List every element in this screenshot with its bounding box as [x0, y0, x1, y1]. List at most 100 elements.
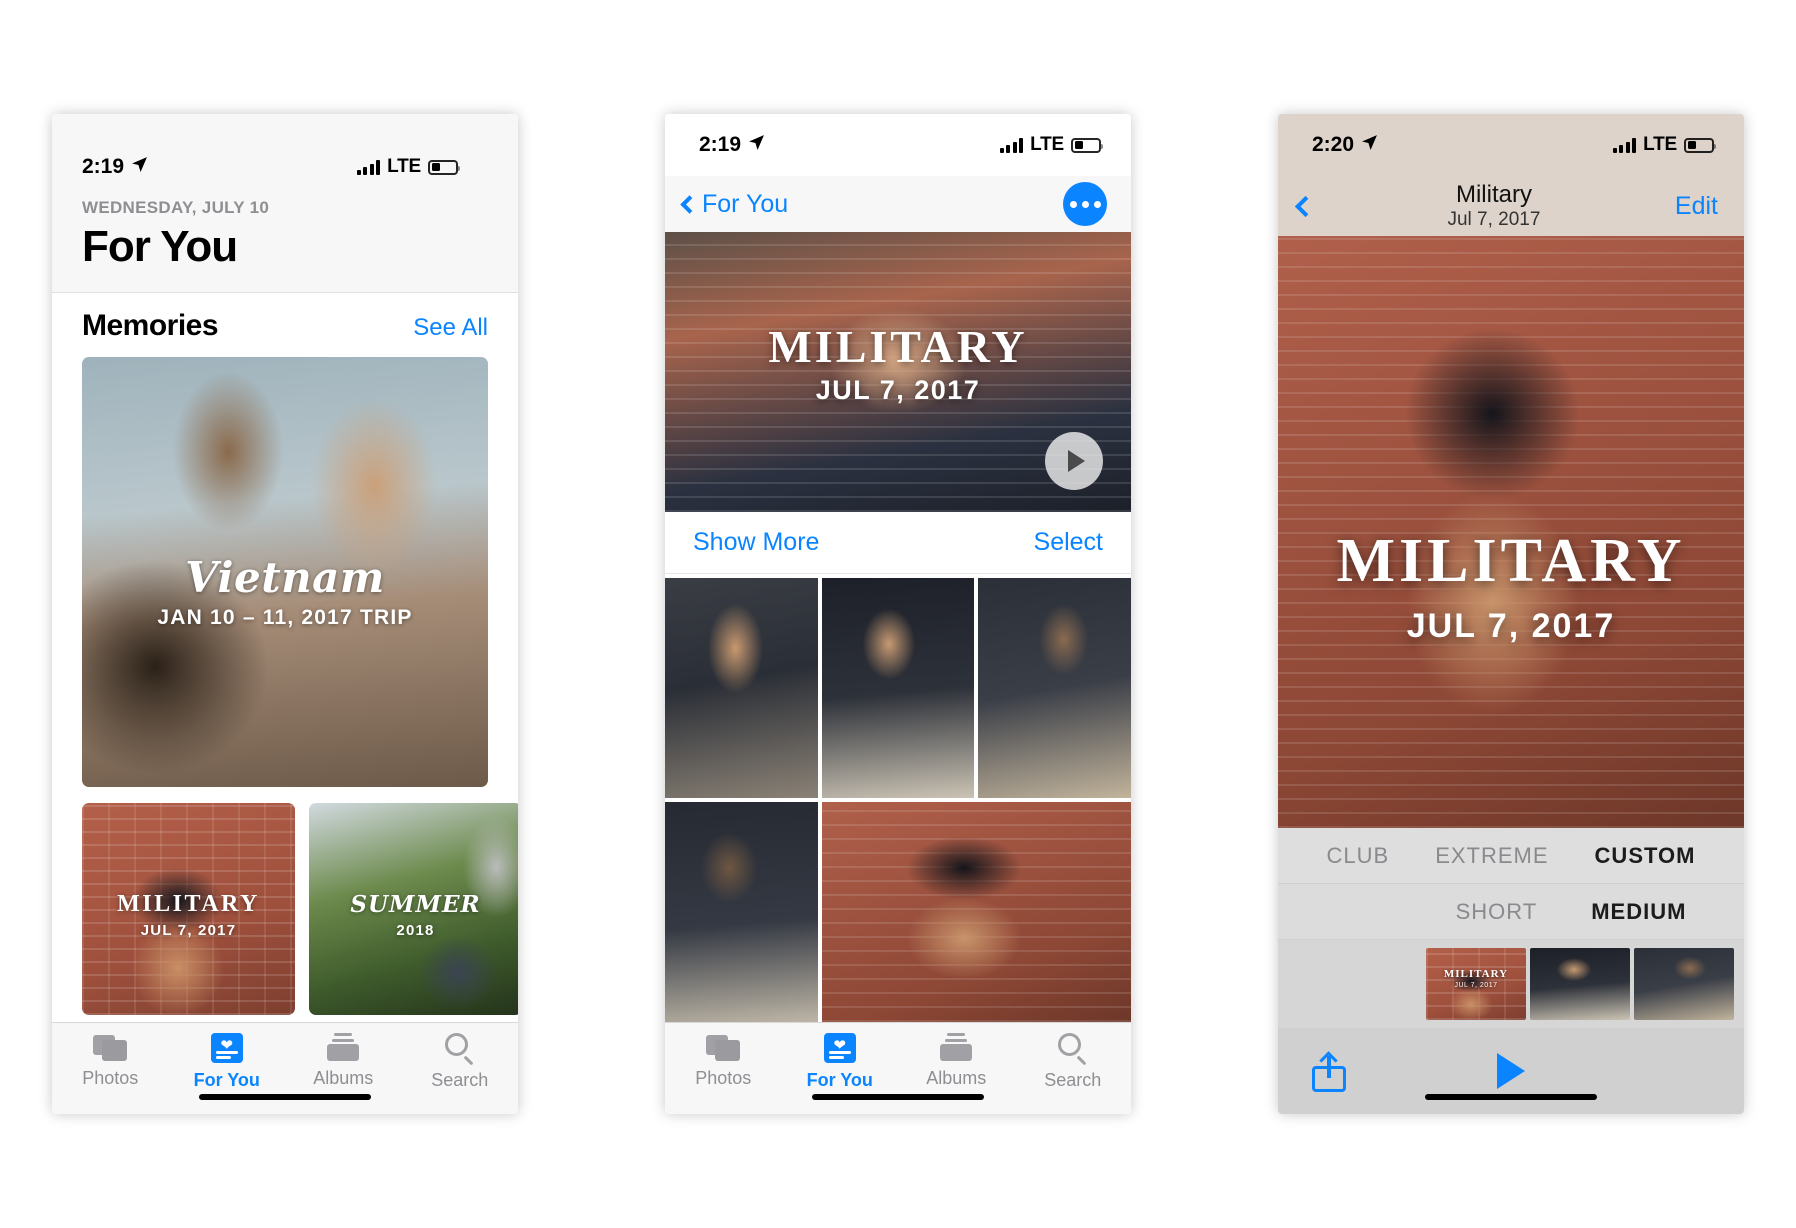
memories-row: MILITARY JUL 7, 2017 SUMMER 2018: [82, 803, 518, 1015]
tab-search[interactable]: Search: [1018, 1033, 1128, 1091]
player-controls[interactable]: [1278, 1028, 1744, 1114]
photo-grid-cell[interactable]: [665, 802, 818, 1022]
thumbnail-strip[interactable]: MILITARY JUL 7, 2017: [1278, 940, 1744, 1028]
thumbnail-item[interactable]: [1530, 948, 1630, 1020]
play-icon[interactable]: [1497, 1053, 1525, 1089]
memory-player-label: MILITARY JUL 7, 2017: [1278, 526, 1744, 646]
action-bar: Show More Select: [665, 512, 1131, 574]
section-title: Memories: [82, 309, 219, 342]
for-you-header: 2:19 LTE WEDNESDAY, JULY 10 For You: [52, 114, 518, 293]
albums-icon: [327, 1033, 360, 1061]
albums-icon: [940, 1033, 973, 1061]
nav-bar: For You: [665, 176, 1131, 232]
tab-bar[interactable]: Photos ❤ For You Albums Search: [665, 1022, 1131, 1114]
status-bar: 2:19 LTE: [82, 136, 488, 198]
tab-for-you[interactable]: ❤ For You: [172, 1033, 282, 1091]
memory-player-hero[interactable]: MILITARY JUL 7, 2017: [1278, 236, 1744, 828]
select-button[interactable]: Select: [1034, 528, 1103, 557]
for-you-body[interactable]: Memories See All Vietnam JAN 10 – 11, 20…: [52, 293, 518, 1022]
nav-title: Military: [1455, 180, 1532, 208]
signal-bars-icon: [1612, 137, 1637, 153]
phone-panel-memory-detail: 2:19 LTE For You MILITARY JUL 7, 2017 Sh…: [665, 114, 1131, 1114]
screenshot-stage: 2:19 LTE WEDNESDAY, JULY 10 For You Memo…: [0, 0, 1796, 1228]
featured-memory-card[interactable]: Vietnam JAN 10 – 11, 2017 TRIP: [82, 357, 488, 787]
nav-subtitle: Jul 7, 2017: [1447, 208, 1541, 230]
edit-button[interactable]: Edit: [1675, 192, 1718, 221]
length-option-medium[interactable]: MEDIUM: [1591, 899, 1686, 925]
photo-grid-cell[interactable]: [978, 578, 1131, 798]
phone-panel-memory-player: 2:20 LTE Military Jul 7, 2017 Edit MILIT…: [1278, 114, 1744, 1114]
status-right: LTE: [356, 156, 460, 178]
memory-card-military[interactable]: MILITARY JUL 7, 2017: [82, 803, 295, 1015]
memory-card-summer[interactable]: SUMMER 2018: [309, 803, 518, 1015]
see-all-link[interactable]: See All: [413, 314, 488, 342]
mood-options[interactable]: CLUB EXTREME CUSTOM: [1278, 828, 1744, 884]
tab-label: Search: [431, 1070, 489, 1090]
photo-grid-cell[interactable]: [665, 578, 818, 798]
tab-label: Search: [1044, 1070, 1102, 1090]
battery-icon: [1684, 137, 1716, 153]
memory-photo: [82, 803, 295, 1015]
thumbnail-title: MILITARY: [1443, 968, 1509, 980]
thumbnail-subtitle: JUL 7, 2017: [1454, 982, 1498, 989]
tab-label: Albums: [313, 1068, 374, 1088]
memories-section-header: Memories See All: [52, 293, 518, 357]
signal-bars-icon: [999, 137, 1024, 153]
chevron-left-icon[interactable]: [1294, 195, 1317, 217]
location-arrow-icon: [1361, 133, 1378, 157]
carrier-label: LTE: [387, 156, 421, 177]
status-time: 2:19: [699, 133, 742, 156]
status-bar: 2:20 LTE: [1278, 114, 1744, 176]
mood-option-custom[interactable]: CUSTOM: [1595, 843, 1696, 869]
memory-hero-label: MILITARY JUL 7, 2017: [665, 320, 1131, 406]
memory-hero-title: MILITARY: [768, 321, 1028, 372]
carrier-label: LTE: [1643, 134, 1677, 155]
tab-bar[interactable]: Photos ❤ For You Albums Search: [52, 1022, 518, 1114]
photo-grid-cell[interactable]: [821, 578, 975, 798]
nav-bar: Military Jul 7, 2017 Edit: [1278, 176, 1744, 236]
header-date: WEDNESDAY, JULY 10: [82, 198, 270, 217]
tab-photos[interactable]: Photos: [668, 1033, 778, 1089]
for-you-icon: ❤: [210, 1033, 243, 1063]
photo-grid-cell[interactable]: [821, 802, 1131, 1022]
back-label: For You: [702, 189, 789, 218]
chevron-left-icon: [680, 194, 699, 214]
tab-albums[interactable]: Albums: [288, 1033, 398, 1089]
battery-icon: [428, 159, 460, 175]
thumbnail-item[interactable]: [1634, 948, 1734, 1020]
tab-label: Photos: [82, 1068, 139, 1088]
tab-label: For You: [806, 1070, 873, 1090]
length-option-short[interactable]: SHORT: [1456, 899, 1538, 925]
photo-grid[interactable]: [665, 574, 1131, 1022]
photos-icon: [706, 1033, 741, 1061]
back-button[interactable]: For You: [680, 189, 789, 219]
location-arrow-icon: [131, 155, 148, 179]
status-right: LTE: [1612, 134, 1716, 156]
tab-photos[interactable]: Photos: [55, 1033, 165, 1089]
carrier-label: LTE: [1030, 134, 1064, 155]
length-options[interactable]: SHORT MEDIUM: [1278, 884, 1744, 940]
status-time: 2:19: [82, 155, 125, 178]
show-more-button[interactable]: Show More: [693, 528, 819, 557]
tab-search[interactable]: Search: [405, 1033, 515, 1091]
home-indicator: [199, 1094, 371, 1100]
tab-label: Albums: [926, 1068, 987, 1088]
memory-photo: [82, 357, 488, 787]
tab-for-you[interactable]: ❤ For You: [785, 1033, 895, 1091]
status-right: LTE: [999, 134, 1103, 156]
status-left: 2:19: [699, 133, 765, 157]
share-icon[interactable]: [1312, 1050, 1346, 1092]
memory-hero[interactable]: MILITARY JUL 7, 2017: [665, 232, 1131, 512]
search-icon: [444, 1033, 475, 1066]
thumbnail-item[interactable]: MILITARY JUL 7, 2017: [1426, 948, 1526, 1020]
tab-albums[interactable]: Albums: [901, 1033, 1011, 1089]
memory-photo: [309, 803, 518, 1015]
mood-option-club[interactable]: CLUB: [1327, 843, 1390, 869]
mood-option-extreme[interactable]: EXTREME: [1435, 843, 1548, 869]
battery-icon: [1071, 137, 1103, 153]
status-left: 2:20: [1312, 133, 1378, 157]
memory-player-subtitle: JUL 7, 2017: [1406, 607, 1616, 645]
search-icon: [1057, 1033, 1088, 1066]
play-icon[interactable]: [1045, 432, 1103, 490]
more-ellipsis-icon[interactable]: [1063, 182, 1107, 226]
